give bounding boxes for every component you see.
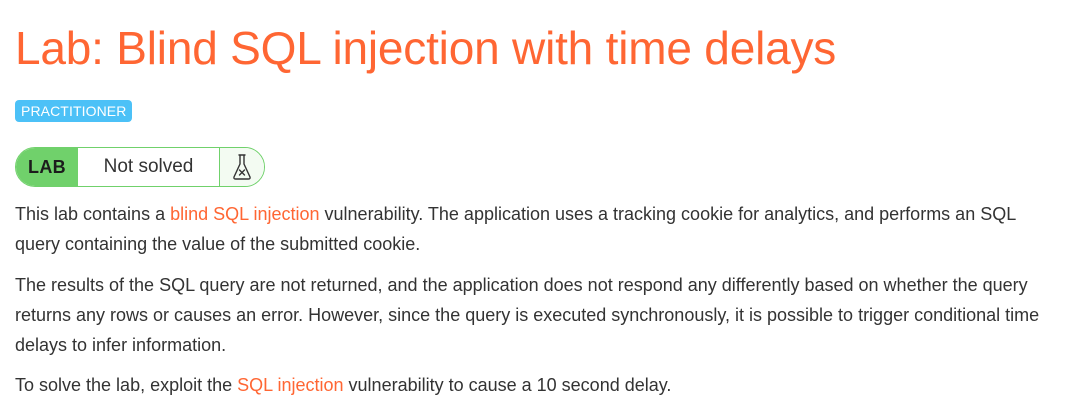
p1-text-before: This lab contains a [15, 204, 171, 224]
lab-description-paragraph-2: The results of the SQL query are not ret… [15, 275, 1040, 355]
sql-injection-link[interactable]: SQL injection [237, 375, 343, 395]
lab-status-label: Not solved [78, 148, 220, 186]
lab-description-paragraph-1: This lab contains a blind SQL injection … [15, 199, 1055, 259]
lab-status-widget: LAB Not solved [15, 147, 265, 187]
blind-sql-injection-link[interactable]: blind SQL injection [170, 204, 319, 224]
flask-icon [220, 148, 264, 186]
level-badge: PRACTITIONER [15, 100, 133, 122]
p3-text-before: To solve the lab, exploit the [15, 375, 238, 395]
lab-tag: LAB [16, 148, 78, 186]
p3-text-after: vulnerability to cause a 10 second delay… [343, 375, 672, 395]
lab-description-paragraph-3: To solve the lab, exploit the SQL inject… [15, 370, 1055, 400]
page-title: Lab: Blind SQL injection with time delay… [15, 22, 837, 74]
